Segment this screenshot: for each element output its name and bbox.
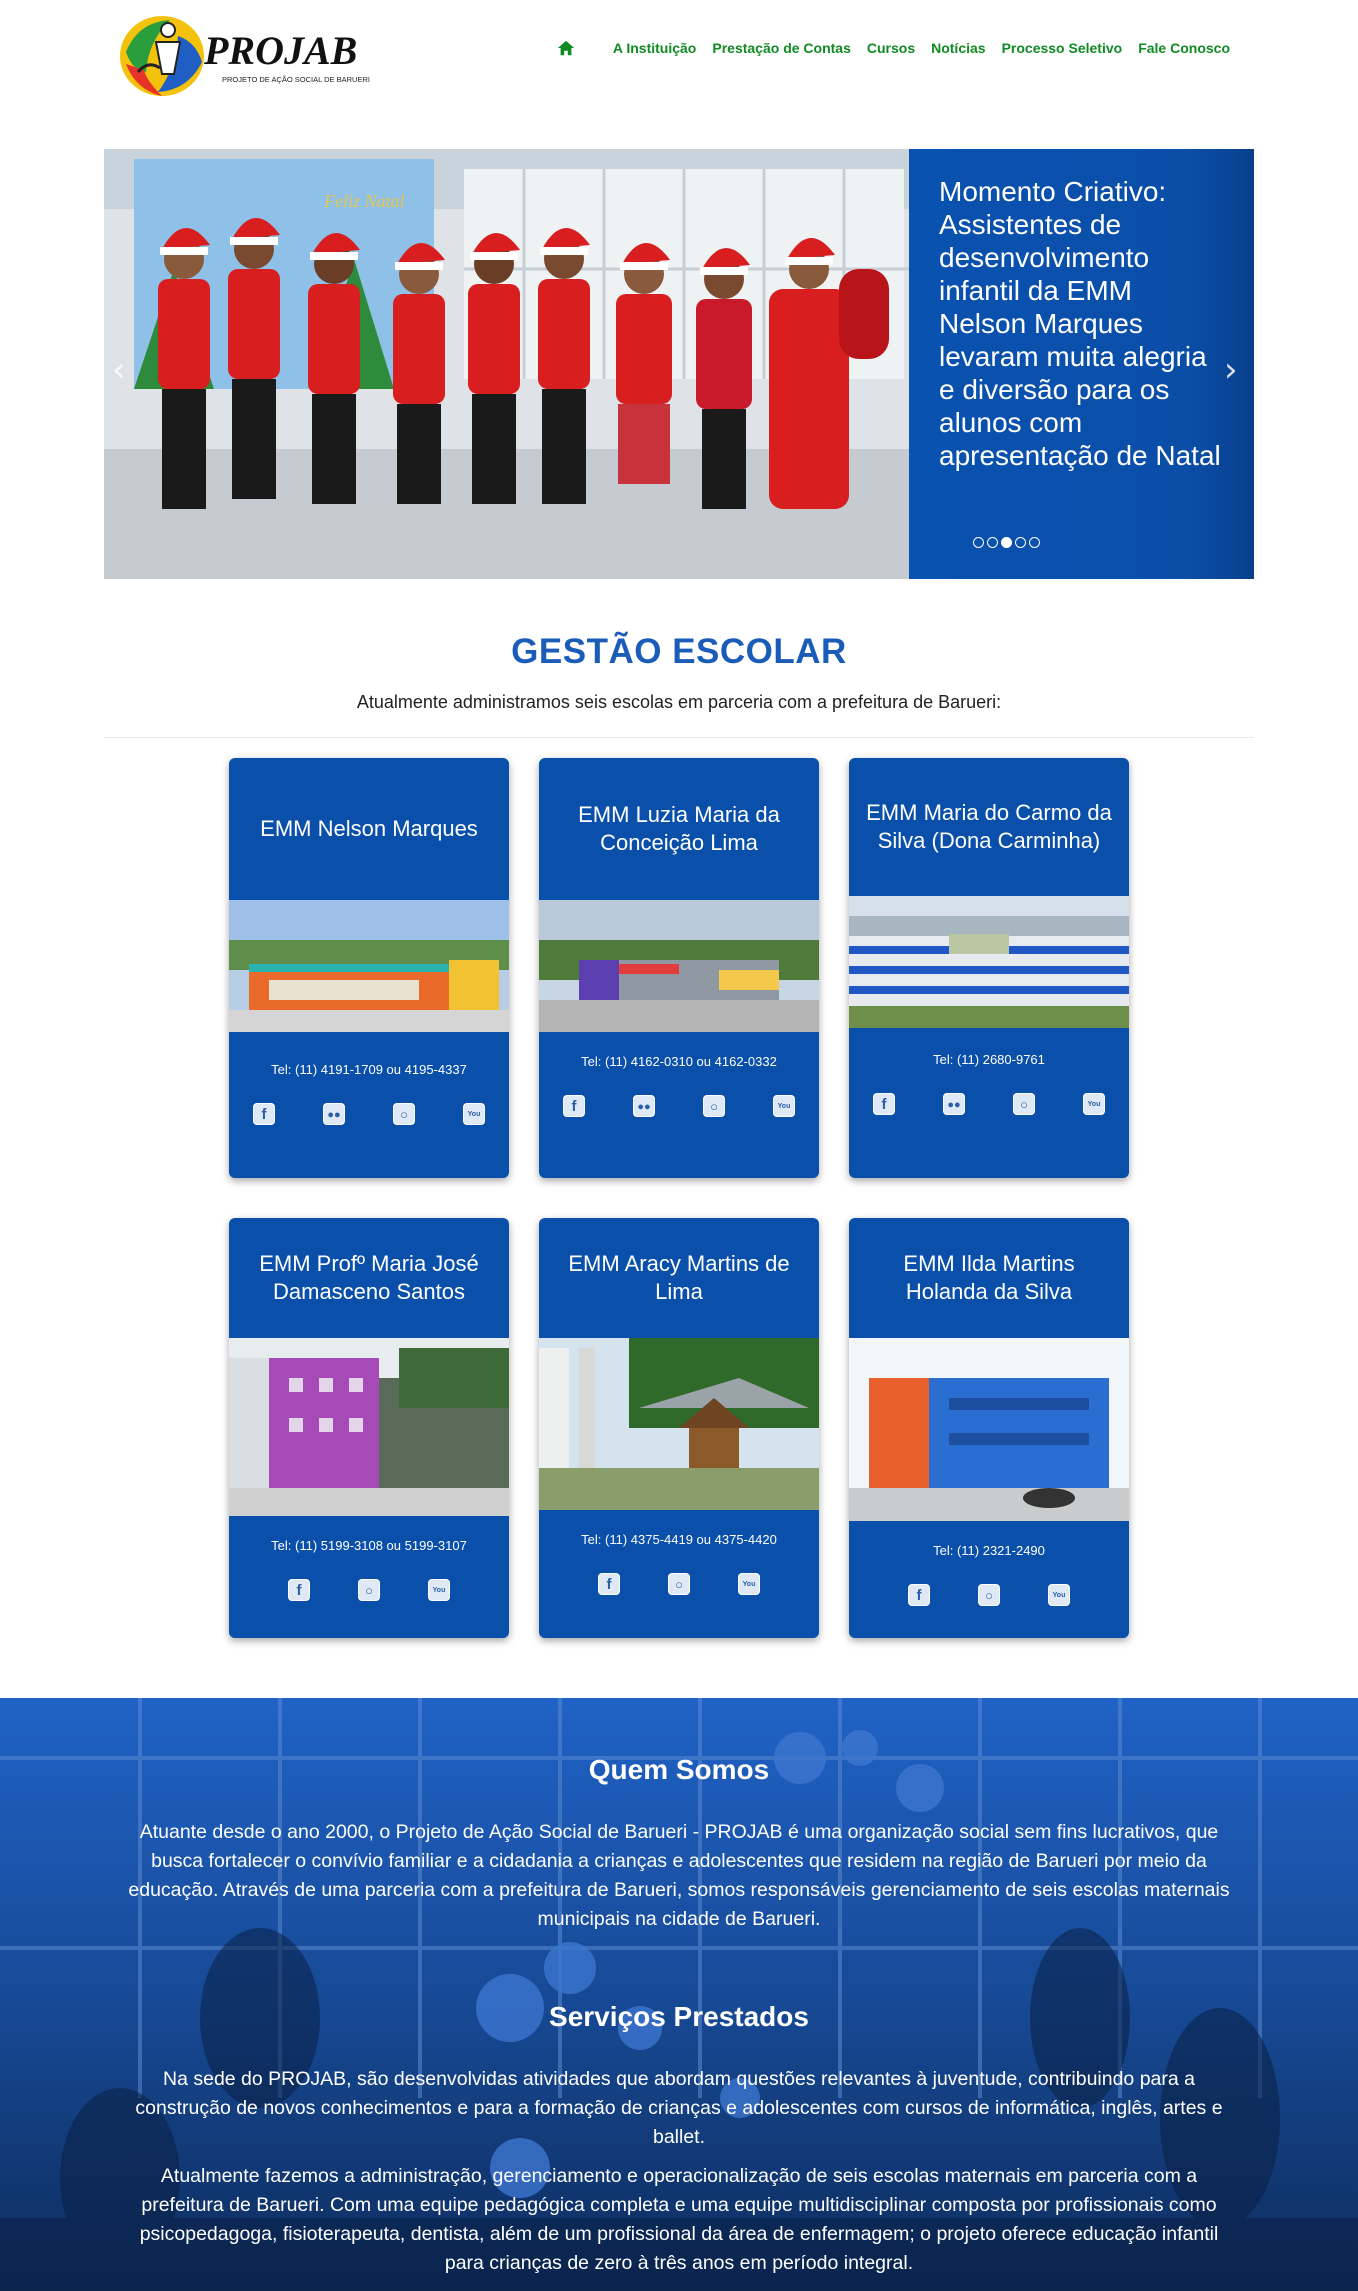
main-nav: A Instituição Prestação de Contas Cursos…	[557, 38, 1230, 58]
school-photo	[229, 1338, 509, 1516]
school-phone: Tel: (11) 2680-9761	[933, 1052, 1045, 1067]
carousel-caption-text[interactable]: Momento Criativo: Assistentes de desenvo…	[939, 175, 1224, 472]
flickr-icon[interactable]: ●●	[323, 1103, 345, 1125]
school-card-title[interactable]: EMM Ilda Martins Holanda da Silva	[849, 1218, 1129, 1338]
site-header: PROJAB PROJETO DE AÇÃO SOCIAL DE BARUERI…	[0, 0, 1358, 110]
hero-carousel: Feliz Natal Momento Criativo: Assistente…	[104, 149, 1254, 579]
servicos-prestados-title: Serviços Prestados	[549, 2001, 809, 2032]
facebook-icon[interactable]: f	[563, 1095, 585, 1117]
chevron-right-icon[interactable]: ›	[1224, 350, 1238, 390]
instagram-icon[interactable]: ○	[1013, 1093, 1035, 1115]
carousel-dot[interactable]	[1029, 537, 1040, 548]
carousel-dot[interactable]	[987, 537, 998, 548]
school-card-title[interactable]: EMM Maria do Carmo da Silva (Dona Carmin…	[849, 758, 1129, 896]
nav-item-fale-conosco[interactable]: Fale Conosco	[1138, 40, 1230, 56]
facebook-icon[interactable]: f	[288, 1579, 310, 1601]
youtube-icon[interactable]: You	[773, 1095, 795, 1117]
youtube-icon[interactable]: You	[1048, 1584, 1070, 1606]
gestao-escolar-title: GESTÃO ESCOLAR	[511, 632, 847, 671]
chevron-left-icon[interactable]: ‹	[112, 350, 126, 390]
school-photo	[539, 1338, 819, 1510]
school-social-links: f ●● ○ You	[539, 1069, 819, 1117]
about-section: Quem Somos Atuante desde o ano 2000, o P…	[0, 1698, 1358, 2291]
facebook-icon[interactable]: f	[253, 1103, 275, 1125]
school-photo	[849, 896, 1129, 1028]
school-photo	[539, 900, 819, 1032]
carousel-dot[interactable]	[1001, 537, 1012, 548]
carousel-dot[interactable]	[973, 537, 984, 548]
school-card[interactable]: EMM Profº Maria José Damasceno Santos Te…	[229, 1218, 509, 1638]
projab-logo[interactable]: PROJAB PROJETO DE AÇÃO SOCIAL DE BARUERI	[118, 12, 380, 102]
nav-item-processo-seletivo[interactable]: Processo Seletivo	[1002, 40, 1123, 56]
logo-wordmark: PROJAB	[203, 28, 357, 73]
school-social-links: f ●● ○ You	[849, 1067, 1129, 1115]
carousel-dot[interactable]	[1015, 537, 1026, 548]
youtube-icon[interactable]: You	[1083, 1093, 1105, 1115]
school-card[interactable]: EMM Ilda Martins Holanda da Silva Tel: (…	[849, 1218, 1129, 1638]
facebook-icon[interactable]: f	[873, 1093, 895, 1115]
school-phone: Tel: (11) 5199-3108 ou 5199-3107	[271, 1538, 467, 1553]
school-social-links: f ○ You	[229, 1553, 509, 1601]
nav-item-noticias[interactable]: Notícias	[931, 40, 985, 56]
school-photo	[229, 900, 509, 1032]
nav-item-cursos[interactable]: Cursos	[867, 40, 915, 56]
school-card[interactable]: EMM Maria do Carmo da Silva (Dona Carmin…	[849, 758, 1129, 1178]
quem-somos-text: Atuante desde o ano 2000, o Projeto de A…	[128, 1821, 1230, 1930]
instagram-icon[interactable]: ○	[358, 1579, 380, 1601]
instagram-icon[interactable]: ○	[978, 1584, 1000, 1606]
instagram-icon[interactable]: ○	[668, 1573, 690, 1595]
logo-graphic: PROJAB PROJETO DE AÇÃO SOCIAL DE BARUERI	[120, 16, 370, 96]
servicos-text-1: Na sede do PROJAB, são desenvolvidas ati…	[135, 2068, 1223, 2148]
school-card-title[interactable]: EMM Profº Maria José Damasceno Santos	[229, 1218, 509, 1338]
school-card-title[interactable]: EMM Aracy Martins de Lima	[539, 1218, 819, 1338]
flickr-icon[interactable]: ●●	[943, 1093, 965, 1115]
gestao-escolar-subtitle: Atualmente administramos seis escolas em…	[356, 692, 1002, 712]
youtube-icon[interactable]: You	[738, 1573, 760, 1595]
youtube-icon[interactable]: You	[463, 1103, 485, 1125]
servicos-text-2: Atualmente fazemos a administração, gere…	[139, 2165, 1219, 2274]
carousel-caption: Momento Criativo: Assistentes de desenvo…	[909, 149, 1254, 579]
instagram-icon[interactable]: ○	[703, 1095, 725, 1117]
logo-tagline: PROJETO DE AÇÃO SOCIAL DE BARUERI	[222, 75, 370, 84]
nav-item-instituicao[interactable]: A Instituição	[613, 40, 697, 56]
school-social-links: f ○ You	[849, 1558, 1129, 1606]
facebook-icon[interactable]: f	[598, 1573, 620, 1595]
school-phone: Tel: (11) 4162-0310 ou 4162-0332	[581, 1054, 777, 1069]
school-card-title[interactable]: EMM Luzia Maria da Conceição Lima	[539, 758, 819, 900]
carousel-indicators	[973, 537, 1043, 548]
school-card-title[interactable]: EMM Nelson Marques	[229, 758, 509, 900]
school-social-links: f ○ You	[539, 1547, 819, 1595]
carousel-slide-image[interactable]: Feliz Natal	[104, 149, 909, 579]
school-social-links: f ●● ○ You	[229, 1077, 509, 1125]
quem-somos-title: Quem Somos	[588, 1754, 770, 1785]
school-photo	[849, 1338, 1129, 1521]
school-card[interactable]: EMM Nelson Marques Tel: (11) 4191-1709 o…	[229, 758, 509, 1178]
home-icon[interactable]	[557, 38, 577, 58]
section-divider	[104, 737, 1254, 738]
school-card[interactable]: EMM Luzia Maria da Conceição Lima Tel: (…	[539, 758, 819, 1178]
school-card[interactable]: EMM Aracy Martins de Lima Tel: (11) 4375…	[539, 1218, 819, 1638]
christmas-staff-photo: Feliz Natal	[104, 149, 909, 579]
nav-item-prestacao-de-contas[interactable]: Prestação de Contas	[712, 40, 851, 56]
flickr-icon[interactable]: ●●	[633, 1095, 655, 1117]
facebook-icon[interactable]: f	[908, 1584, 930, 1606]
youtube-icon[interactable]: You	[428, 1579, 450, 1601]
photo-banner-text: Feliz Natal	[323, 191, 405, 211]
instagram-icon[interactable]: ○	[393, 1103, 415, 1125]
school-phone: Tel: (11) 4191-1709 ou 4195-4337	[271, 1062, 467, 1077]
school-phone: Tel: (11) 4375-4419 ou 4375-4420	[581, 1532, 777, 1547]
school-phone: Tel: (11) 2321-2490	[933, 1543, 1045, 1558]
